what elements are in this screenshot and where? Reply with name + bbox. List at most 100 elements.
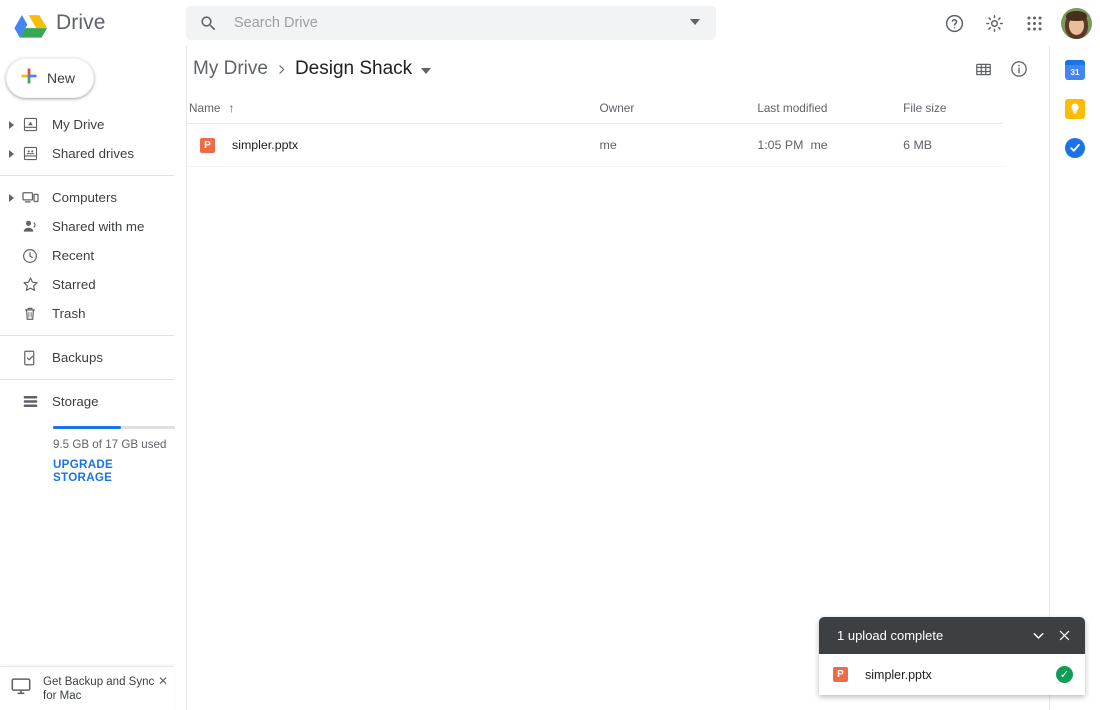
storage-used-text: 9.5 GB of 17 GB used [53,438,167,451]
sidebar-item-label: Storage [52,394,99,409]
storage-icon [18,392,42,411]
expand-triangle-icon[interactable] [4,193,18,202]
sidebar-item-label: Recent [52,248,95,263]
brand[interactable]: Drive [0,6,186,40]
monitor-icon [10,675,32,702]
my-drive-icon [18,116,42,133]
brand-name: Drive [56,11,106,34]
calendar-day-number: 31 [1070,67,1080,77]
clock-icon [18,247,42,265]
file-last-modified: 1:05 PM me [757,138,903,152]
modified-by: me [810,138,828,152]
breadcrumb-current[interactable]: Design Shack [295,58,412,80]
search-icon [199,14,218,33]
chevron-right-icon [275,63,288,76]
sidebar-divider [0,379,174,380]
banner-label: Get Backup and Sync for Mac [43,675,155,702]
search-options-caret-icon[interactable] [690,19,700,25]
upload-toast-header: 1 upload complete [819,617,1085,654]
sort-ascending-icon[interactable]: ↑ [228,101,234,115]
upload-toast-item[interactable]: P simpler.pptx ✓ [819,654,1085,695]
file-size: 6 MB [903,138,933,152]
side-panel-rail: 31 [1049,46,1100,710]
sidebar-item-shared-with-me[interactable]: Shared with me [0,212,186,241]
storage-bar-fill [53,426,122,429]
shared-drives-icon [18,145,42,162]
sidebar-item-storage[interactable]: Storage [0,387,186,416]
main-content: My Drive Design Shack Name ↑ Owner Last … [186,46,1049,710]
info-icon[interactable] [1001,51,1037,87]
column-header-name[interactable]: Name ↑ [188,101,600,115]
grid-view-icon[interactable] [965,51,1001,87]
close-icon[interactable]: ✕ [158,674,168,688]
column-header-name-label: Name [189,100,221,115]
expand-triangle-icon[interactable] [4,149,18,158]
column-header-file-size[interactable]: File size [903,101,1003,115]
sidebar-item-label: Shared drives [52,146,135,161]
google-keep-icon[interactable] [1065,99,1085,119]
search-bar[interactable] [186,6,716,40]
file-name-cell[interactable]: P simpler.pptx [188,137,600,153]
sidebar-item-shared-drives[interactable]: Shared drives [0,139,186,168]
upload-toast-title: 1 upload complete [837,628,944,643]
chevron-down-icon[interactable] [1025,623,1051,649]
sidebar-item-label: Computers [52,190,118,205]
sidebar-item-label: My Drive [52,117,105,132]
upgrade-storage-link[interactable]: UPGRADE STORAGE [53,458,174,484]
sidebar-item-trash[interactable]: Trash [0,299,186,328]
help-icon[interactable] [936,5,972,41]
sidebar-divider [0,175,174,176]
powerpoint-icon: P [833,667,848,682]
new-button[interactable]: New [6,58,94,98]
sidebar-item-recent[interactable]: Recent [0,241,186,270]
breadcrumb-root[interactable]: My Drive [193,58,268,80]
upload-file-name: simpler.pptx [865,667,932,682]
sidebar-item-label: Starred [52,277,96,292]
breadcrumb: My Drive Design Shack [187,46,1049,92]
table-row[interactable]: P simpler.pptx me 1:05 PM me 6 MB [187,124,1003,167]
google-tasks-icon[interactable] [1065,138,1085,158]
chevron-down-icon[interactable] [421,67,432,74]
table-header: Name ↑ Owner Last modified File size [187,92,1003,124]
star-icon [18,275,42,294]
plus-icon [19,66,39,91]
sidebar-item-my-drive[interactable]: My Drive [0,110,186,139]
avatar[interactable] [1061,7,1092,39]
storage-summary: 9.5 GB of 17 GB used UPGRADE STORAGE [0,426,186,484]
sidebar-item-label: Trash [52,306,86,321]
trash-icon [18,305,42,323]
close-icon[interactable] [1051,623,1077,649]
avatar-fringe [1066,10,1087,21]
powerpoint-icon: P [200,137,215,153]
gear-icon[interactable] [976,5,1012,41]
sidebar-item-label: Shared with me [52,219,145,234]
sidebar-item-starred[interactable]: Starred [0,270,186,299]
drive-logo-icon [13,6,53,40]
backups-icon [18,349,42,367]
check-circle-icon: ✓ [1056,666,1073,683]
sidebar-item-backups[interactable]: Backups [0,343,186,372]
sidebar-item-label: Backups [52,350,103,365]
computers-icon [18,188,42,207]
top-bar-actions [936,0,1092,46]
file-name: simpler.pptx [232,138,299,152]
apps-grid-icon[interactable] [1016,5,1052,41]
upload-toast: 1 upload complete P simpler.pptx ✓ [819,617,1085,695]
google-calendar-icon[interactable]: 31 [1065,60,1085,80]
top-bar: Drive [0,0,1100,46]
file-owner: me [599,138,617,152]
sidebar: New My Drive Shared drives Computers Sha… [0,46,186,710]
sidebar-item-computers[interactable]: Computers [0,183,186,212]
modified-time: 1:05 PM [757,138,804,152]
sidebar-nav: My Drive Shared drives Computers Shared … [0,110,186,484]
search-input[interactable] [234,8,674,38]
backup-sync-banner[interactable]: Get Backup and Sync for Mac ✕ [0,666,174,710]
shared-with-me-icon [18,217,42,236]
column-header-last-modified[interactable]: Last modified [757,101,903,115]
storage-bar [53,426,175,429]
expand-triangle-icon[interactable] [4,120,18,129]
sidebar-divider [0,335,174,336]
column-header-owner[interactable]: Owner [600,101,758,115]
new-button-label: New [47,70,76,86]
drive-app: Drive Search Drive New My Drive Shared d… [0,0,1100,710]
